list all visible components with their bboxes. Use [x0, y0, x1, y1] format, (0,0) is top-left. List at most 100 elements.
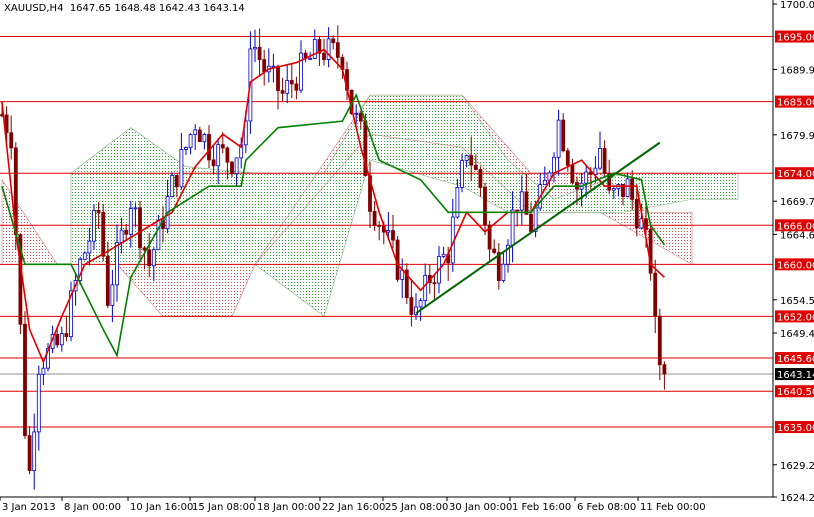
- candle-body: [193, 129, 198, 135]
- candle-body: [372, 210, 377, 226]
- candle-body: [41, 367, 46, 375]
- candle-body: [653, 272, 658, 317]
- y-tick-label: 1654.55: [780, 296, 814, 307]
- candle-body: [289, 80, 294, 85]
- candle-body: [510, 209, 515, 246]
- candle-body: [151, 249, 156, 267]
- candle-body: [648, 229, 653, 274]
- candle-body: [386, 230, 391, 233]
- candle-body: [331, 38, 336, 44]
- y-tick-label: 1679.90: [780, 131, 814, 142]
- x-tick-label: 10 Jan 16:00: [130, 502, 193, 513]
- candle-body: [119, 229, 124, 243]
- candle-body: [170, 175, 175, 198]
- chart-title: XAUUSD,H4 1647.65 1648.48 1642.43 1643.1…: [4, 3, 245, 14]
- candle-body: [220, 144, 225, 149]
- level-label: 1652.00: [777, 312, 814, 323]
- candle-body: [469, 155, 474, 166]
- y-tick-label: 1649.45: [780, 329, 814, 340]
- x-tick-label: 25 Jan 08:00: [385, 502, 448, 513]
- candle-body: [552, 156, 556, 174]
- current-price-label: 1643.14: [777, 370, 814, 381]
- candle-body: [432, 282, 437, 285]
- x-tick-label: 3 Jan 2013: [2, 502, 56, 513]
- level-label: 1640.50: [777, 387, 814, 398]
- candle-body: [299, 52, 303, 91]
- candle-body: [188, 134, 193, 148]
- candle-body: [115, 242, 119, 286]
- level-label: 1635.00: [777, 423, 814, 434]
- y-tick-label: 1624.25: [780, 493, 814, 504]
- candle-body: [230, 161, 234, 175]
- candle-body: [101, 212, 106, 257]
- candle-body: [464, 155, 469, 161]
- candle-body: [253, 47, 257, 50]
- candle-body: [156, 219, 161, 251]
- candle-body: [565, 150, 570, 166]
- candle-body: [515, 209, 520, 212]
- candle-body: [561, 119, 566, 152]
- candle-body: [335, 42, 340, 58]
- x-tick-label: 18 Jan 00:00: [257, 502, 320, 513]
- y-tick-label: 1689.95: [780, 65, 814, 76]
- x-tick-label: 1 Feb 16:00: [512, 502, 571, 513]
- candle-body: [133, 207, 138, 210]
- candle-body: [524, 191, 529, 215]
- level-label: 1645.60: [777, 354, 814, 365]
- candle-body: [202, 134, 207, 143]
- candle-body: [280, 90, 285, 94]
- candle-body: [492, 248, 497, 253]
- x-tick-label: 22 Jan 16:00: [322, 502, 385, 513]
- candle-body: [55, 334, 60, 346]
- candle-body: [294, 83, 299, 91]
- candle-body: [483, 187, 487, 226]
- candle-body: [262, 59, 267, 73]
- candle-body: [473, 164, 478, 170]
- candle-body: [657, 315, 662, 366]
- candle-body: [92, 210, 96, 242]
- candle-body: [584, 171, 589, 184]
- candle-body: [598, 148, 602, 169]
- candle-body: [216, 144, 221, 167]
- candle-body: [179, 149, 184, 188]
- candle-body: [96, 210, 101, 213]
- candle-body: [460, 160, 464, 188]
- candle-body: [354, 112, 359, 115]
- candle-body: [225, 147, 230, 163]
- candle-body: [529, 213, 533, 232]
- candle-body: [197, 129, 202, 143]
- candle-body: [64, 333, 69, 337]
- candle-body: [124, 229, 129, 235]
- level-label: 1685.00: [777, 98, 814, 109]
- price-chart[interactable]: 1700.001689.951679.901669.701664.601654.…: [0, 0, 814, 517]
- candle-body: [478, 169, 483, 188]
- candle-body: [312, 39, 317, 59]
- candle-body: [556, 119, 561, 158]
- candle-body: [174, 175, 179, 188]
- candle-body: [36, 373, 41, 433]
- candle-body: [377, 225, 382, 227]
- candle-body: [82, 252, 87, 260]
- candle-body: [322, 52, 326, 60]
- candle-body: [276, 65, 280, 91]
- candle-body: [602, 148, 607, 174]
- level-label: 1695.00: [777, 33, 814, 44]
- x-tick-label: 30 Jan 00:00: [449, 502, 512, 513]
- candle-body: [542, 179, 547, 186]
- candle-body: [501, 263, 506, 281]
- candle-body: [211, 159, 216, 167]
- candle-body: [625, 178, 630, 197]
- x-tick-label: 8 Jan 00:00: [64, 502, 121, 513]
- candle-body: [423, 274, 428, 302]
- x-tick-label: 6 Feb 08:00: [577, 502, 636, 513]
- level-label: 1666.00: [777, 221, 814, 232]
- candle-body: [634, 198, 639, 229]
- candle-body: [570, 164, 575, 183]
- x-tick-label: 15 Jan 08:00: [192, 502, 255, 513]
- x-tick-label: 11 Feb 00:00: [640, 502, 706, 513]
- candle-body: [138, 207, 142, 249]
- candle-body: [630, 178, 635, 200]
- candle-body: [207, 134, 211, 161]
- candle-body: [184, 146, 188, 150]
- candle-body: [611, 188, 616, 191]
